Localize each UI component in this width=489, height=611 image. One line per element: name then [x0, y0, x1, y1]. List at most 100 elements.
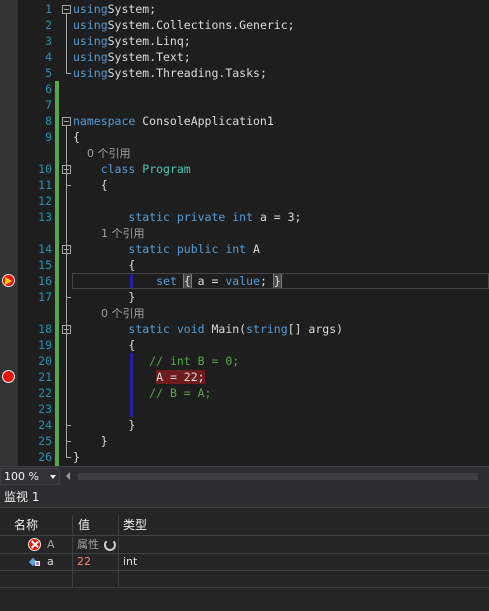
- outline-end: [66, 73, 71, 74]
- code-text: 1 个引用: [73, 225, 145, 242]
- code-token: using: [73, 2, 108, 16]
- codelens-reference[interactable]: 0 个引用: [0, 145, 489, 161]
- line-number: 1: [45, 2, 52, 16]
- chevron-down-icon: [50, 475, 56, 479]
- line-number: 6: [45, 82, 52, 96]
- watch-row-empty[interactable]: [0, 571, 489, 588]
- code-token: static public int: [128, 242, 247, 256]
- code-line[interactable]: 8 namespace ConsoleApplication1: [0, 113, 489, 129]
- line-number: 8: [45, 114, 52, 128]
- code-token: System.Text;: [107, 50, 191, 64]
- code-token: Main(: [204, 322, 247, 336]
- line-number: 26: [38, 450, 52, 464]
- code-token: {: [73, 178, 108, 192]
- code-token: static void: [128, 322, 205, 336]
- line-number: 21: [38, 370, 52, 384]
- watch-header-row: 名称 值 类型: [0, 515, 489, 536]
- code-line[interactable]: 17 }: [0, 289, 489, 305]
- reference-count[interactable]: 0 个引用: [73, 147, 131, 160]
- code-text: // int B = 0;: [73, 353, 239, 369]
- code-line[interactable]: 9{: [0, 129, 489, 145]
- line-number: 13: [38, 210, 52, 224]
- code-line[interactable]: 18 static void Main(string[] args): [0, 321, 489, 337]
- code-line[interactable]: 5 usingSystem.Threading.Tasks;: [0, 65, 489, 81]
- line-number: 2: [45, 18, 52, 32]
- code-line[interactable]: 11 {: [0, 177, 489, 193]
- watch-row-value: 22: [77, 555, 91, 568]
- outline-line: [66, 125, 67, 457]
- zoom-value: 100 %: [4, 470, 39, 483]
- watch-row[interactable]: a 22 int: [0, 554, 489, 571]
- code-token: System.Threading.Tasks;: [107, 66, 267, 80]
- watch-window: 监视 1 名称 值 类型 A 属性 a 22 int: [0, 486, 489, 611]
- code-line[interactable]: 6: [0, 81, 489, 97]
- line-number: 23: [38, 402, 52, 416]
- code-editor[interactable]: 1 usingSystem; 2 usingSystem.Collections.Ge…: [0, 0, 489, 466]
- line-number: 15: [38, 258, 52, 272]
- scroll-left-arrow-icon[interactable]: [66, 472, 70, 480]
- code-text: usingSystem.Text;: [73, 49, 191, 65]
- code-token: {: [73, 258, 136, 272]
- code-line[interactable]: 14 static public int A: [0, 241, 489, 257]
- breakpoint-current-arrow-icon[interactable]: [2, 274, 15, 287]
- line-number: 4: [45, 50, 52, 64]
- code-line[interactable]: 25 }: [0, 433, 489, 449]
- code-token: // int B = 0;: [149, 354, 240, 368]
- column-header-name[interactable]: 名称: [10, 515, 72, 535]
- code-token: using: [73, 50, 108, 64]
- code-text: 0 个引用: [73, 145, 131, 162]
- line-number: 5: [45, 66, 52, 80]
- outline-end: [66, 297, 71, 298]
- codelens-reference[interactable]: 0 个引用: [0, 305, 489, 321]
- code-line[interactable]: 24 }: [0, 417, 489, 433]
- line-number: 9: [45, 130, 52, 144]
- code-line[interactable]: 20 // int B = 0;: [0, 353, 489, 369]
- code-line[interactable]: 4 usingSystem.Text;: [0, 49, 489, 65]
- change-tracking-bar: [55, 81, 59, 466]
- zoom-dropdown[interactable]: 100 %: [0, 468, 60, 485]
- code-line[interactable]: 19 {: [0, 337, 489, 353]
- code-text: {: [73, 257, 135, 273]
- code-token: Program: [142, 162, 191, 176]
- code-token: using: [73, 18, 108, 32]
- codelens-reference[interactable]: 1 个引用: [0, 225, 489, 241]
- code-text: }: [73, 433, 108, 449]
- refresh-icon[interactable]: [104, 539, 116, 551]
- code-line[interactable]: 22 // B = A;: [0, 385, 489, 401]
- code-line[interactable]: 23: [0, 401, 489, 417]
- code-line[interactable]: 1 usingSystem;: [0, 1, 489, 17]
- code-line[interactable]: 12: [0, 193, 489, 209]
- code-line[interactable]: 21 A = 22;: [0, 369, 489, 385]
- code-text: {: [73, 337, 135, 353]
- code-line[interactable]: 2 usingSystem.Collections.Generic;: [0, 17, 489, 33]
- horizontal-scrollbar[interactable]: [78, 473, 478, 480]
- reference-count[interactable]: 0 个引用: [73, 307, 145, 320]
- code-text: class Program: [73, 161, 191, 177]
- line-number: 17: [38, 290, 52, 304]
- outline-end: [66, 185, 71, 186]
- code-text: usingSystem.Threading.Tasks;: [73, 65, 267, 81]
- code-line[interactable]: 3 usingSystem.Linq;: [0, 33, 489, 49]
- column-header-type[interactable]: 类型: [119, 515, 219, 535]
- code-line[interactable]: 13 static private int a = 3;: [0, 209, 489, 225]
- code-line[interactable]: 10 class Program: [0, 161, 489, 177]
- code-token: }: [73, 434, 108, 448]
- breakpoint-icon[interactable]: [2, 370, 15, 383]
- code-line[interactable]: 15 {: [0, 257, 489, 273]
- code-text: }: [73, 417, 135, 433]
- line-number: 11: [38, 178, 52, 192]
- code-text: {: [73, 129, 80, 145]
- watch-row[interactable]: A 属性: [0, 537, 489, 554]
- line-number: 22: [38, 386, 52, 400]
- column-header-value[interactable]: 值: [74, 515, 118, 535]
- outline-line: [66, 13, 67, 73]
- reference-count[interactable]: 1 个引用: [73, 227, 145, 240]
- code-line[interactable]: 7: [0, 97, 489, 113]
- watch-window-title[interactable]: 监视 1: [0, 486, 489, 508]
- code-text: static private int a = 3;: [73, 209, 301, 225]
- code-text: {: [73, 177, 108, 193]
- code-line[interactable]: 26}: [0, 449, 489, 465]
- error-icon: [28, 538, 41, 551]
